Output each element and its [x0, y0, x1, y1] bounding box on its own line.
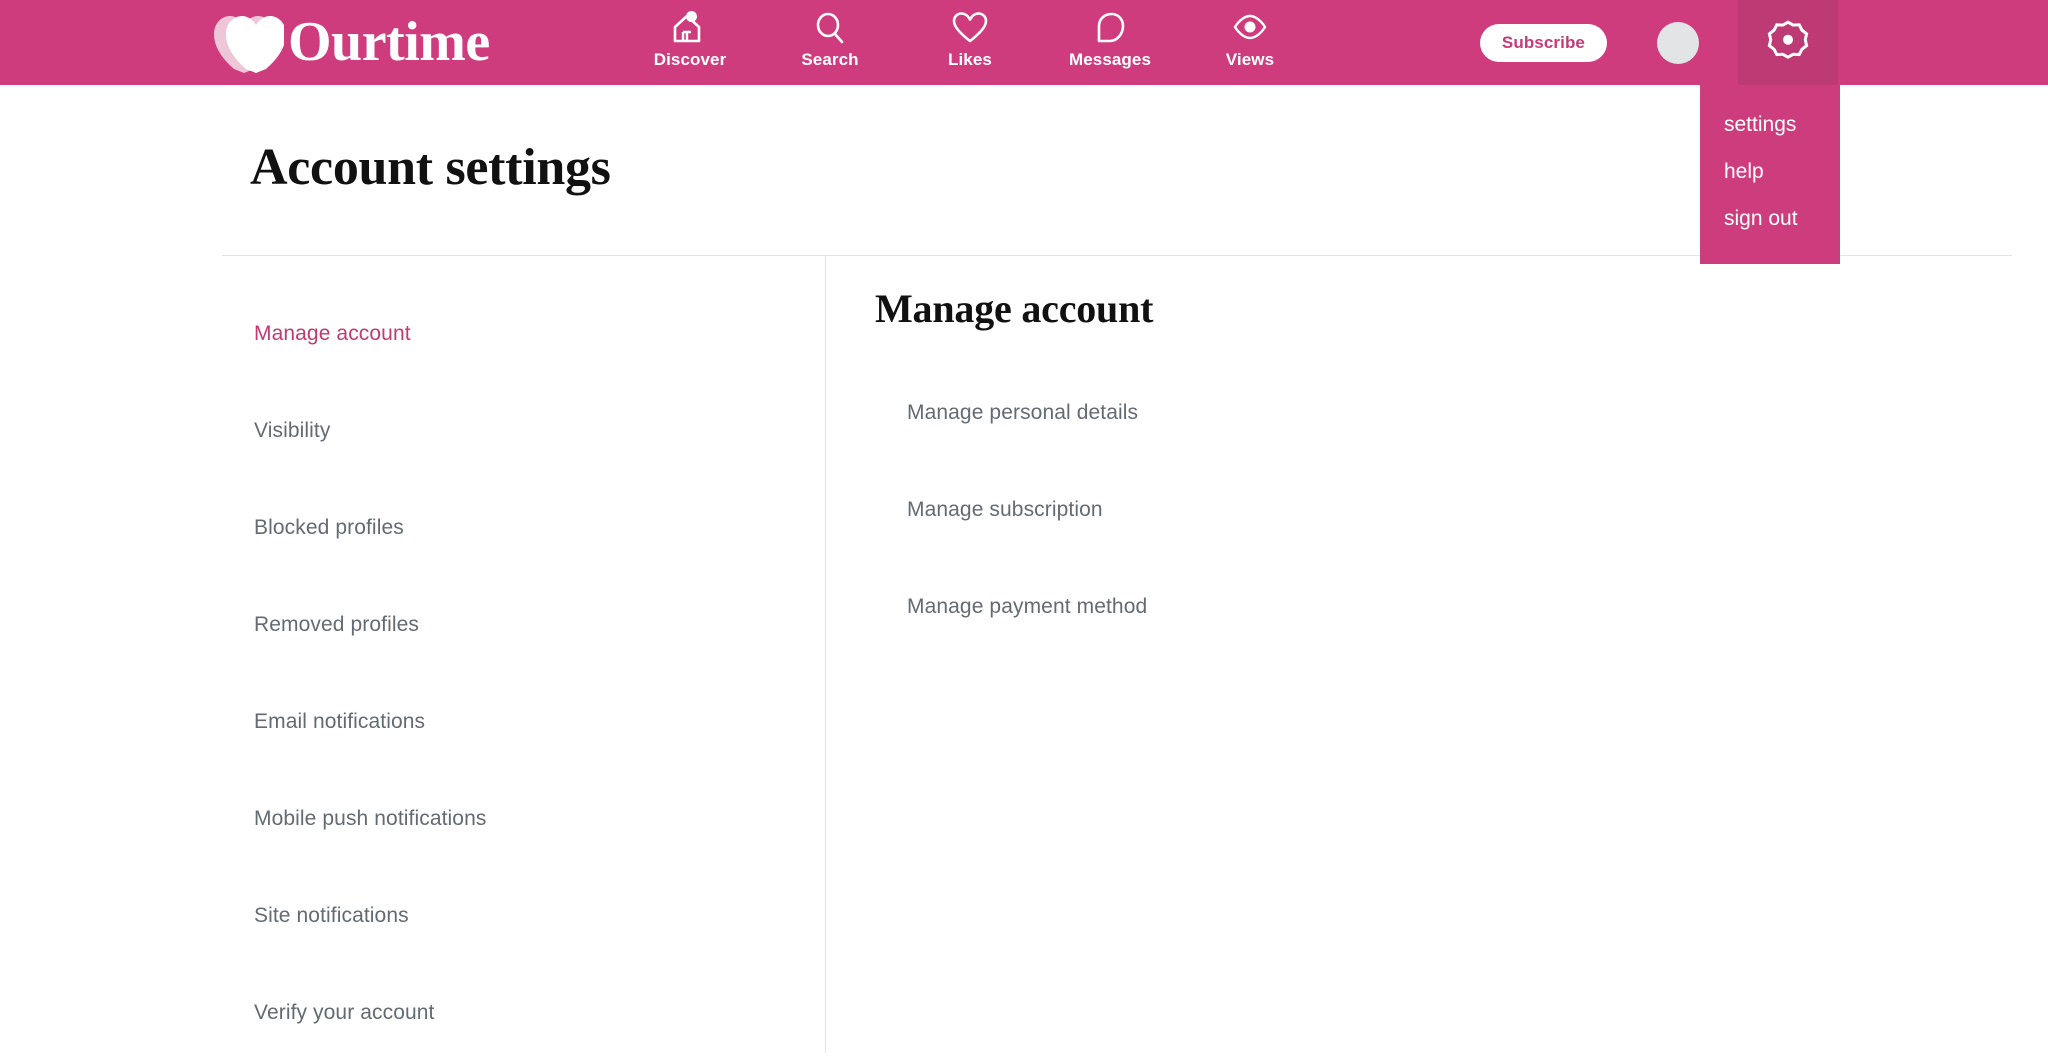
- eye-icon: [1231, 9, 1269, 47]
- sidebar-item-site-notifications[interactable]: Site notifications: [254, 867, 774, 964]
- double-heart-icon: [212, 11, 286, 73]
- content-link-manage-personal-details[interactable]: Manage personal details: [875, 364, 1775, 461]
- home-icon: [671, 9, 709, 47]
- settings-sidebar: Manage account Visibility Blocked profil…: [254, 285, 774, 1061]
- nav-label-messages: Messages: [1068, 50, 1152, 69]
- column-divider: [825, 256, 826, 1053]
- dropdown-item-settings[interactable]: settings: [1700, 101, 1840, 148]
- sidebar-item-visibility[interactable]: Visibility: [254, 382, 774, 479]
- nav-label-discover: Discover: [653, 50, 727, 69]
- top-navigation-bar: Ourtime Discover Search Likes Messages V…: [0, 0, 2048, 85]
- nav-item-discover[interactable]: Discover: [620, 0, 760, 85]
- message-bubble-icon: [1091, 9, 1129, 47]
- content-link-manage-payment-method[interactable]: Manage payment method: [875, 558, 1775, 655]
- nav-label-search: Search: [801, 50, 859, 69]
- dropdown-item-sign-out[interactable]: sign out: [1700, 195, 1840, 242]
- gear-icon: [1767, 19, 1809, 66]
- nav-item-views[interactable]: Views: [1180, 0, 1320, 85]
- page-title: Account settings: [250, 139, 611, 196]
- content-link-manage-subscription[interactable]: Manage subscription: [875, 461, 1775, 558]
- sidebar-item-blocked-profiles[interactable]: Blocked profiles: [254, 479, 774, 576]
- sidebar-item-manage-account[interactable]: Manage account: [254, 285, 774, 382]
- settings-menu-button[interactable]: [1738, 0, 1838, 85]
- search-icon: [811, 9, 849, 47]
- nav-item-likes[interactable]: Likes: [900, 0, 1040, 85]
- settings-content-panel: Manage account Manage personal details M…: [875, 285, 1775, 655]
- nav-label-likes: Likes: [948, 50, 992, 69]
- header-actions: Subscribe: [1479, 0, 2048, 85]
- content-title: Manage account: [875, 286, 1154, 331]
- heart-icon: [951, 9, 989, 47]
- site-logo[interactable]: Ourtime: [212, 8, 490, 76]
- main-nav: Discover Search Likes Messages Views: [620, 0, 1320, 85]
- nav-item-messages[interactable]: Messages: [1040, 0, 1180, 85]
- logo-wordmark: Ourtime: [288, 11, 490, 73]
- nav-item-search[interactable]: Search: [760, 0, 900, 85]
- dropdown-item-help[interactable]: help: [1700, 148, 1840, 195]
- sidebar-item-mobile-push-notifications[interactable]: Mobile push notifications: [254, 770, 774, 867]
- notification-dot: [686, 11, 697, 22]
- sidebar-item-removed-profiles[interactable]: Removed profiles: [254, 576, 774, 673]
- subscribe-button[interactable]: Subscribe: [1479, 23, 1607, 62]
- nav-label-views: Views: [1225, 50, 1275, 69]
- sidebar-item-email-notifications[interactable]: Email notifications: [254, 673, 774, 770]
- avatar[interactable]: [1657, 21, 1699, 64]
- settings-dropdown-menu: settings help sign out: [1700, 85, 1840, 265]
- sidebar-item-verify-your-account[interactable]: Verify your account: [254, 964, 774, 1061]
